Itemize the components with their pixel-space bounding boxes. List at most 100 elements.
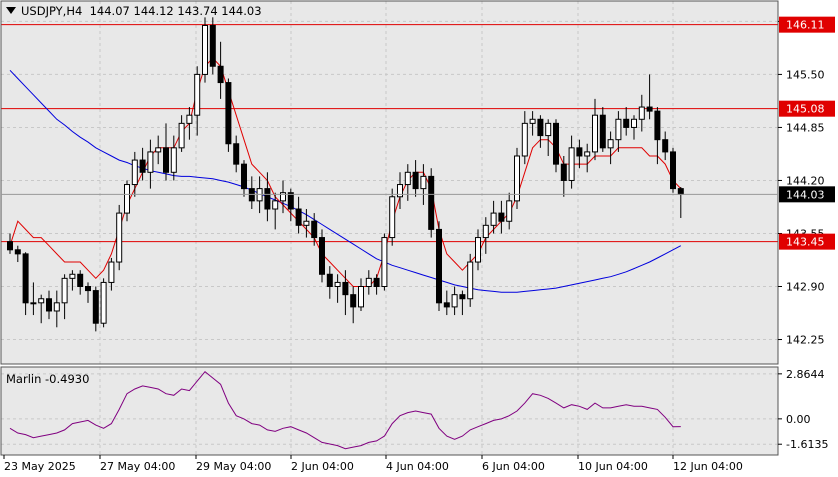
candle-bear	[85, 286, 91, 292]
candle-bear	[498, 212, 505, 222]
candle-bull	[334, 281, 341, 288]
chart-canvas: 146.15145.50144.85144.20143.55142.90142.…	[0, 0, 835, 473]
price-tick-label: 142.90	[786, 281, 825, 294]
candle-bear	[677, 188, 684, 195]
price-tick-label: 142.25	[786, 334, 825, 347]
candle-bull	[490, 212, 497, 226]
candle-bear	[311, 220, 318, 239]
level-price-label: 145.08	[786, 103, 825, 116]
candle-bull	[365, 277, 372, 288]
candle-bear	[46, 298, 52, 312]
candle-bear	[599, 114, 606, 149]
time-tick-label: 4 Jun 04:00	[386, 460, 449, 473]
candle-bear	[326, 273, 333, 288]
candle-bull	[451, 294, 458, 308]
candle-bear	[537, 118, 544, 137]
candle-bear	[662, 139, 669, 153]
candle-bull	[506, 200, 513, 222]
candle-bull	[116, 212, 123, 263]
candle-bear	[350, 294, 357, 308]
candle-bear	[233, 143, 240, 165]
price-tick-label: 144.20	[786, 174, 825, 187]
candle-bear	[209, 24, 216, 67]
candle-bull	[404, 171, 411, 186]
candle-bull	[69, 273, 76, 279]
dropdown-triangle-icon[interactable]	[6, 7, 16, 14]
candle-bear	[7, 241, 13, 251]
level-price-label: 146.11	[786, 19, 825, 32]
symbol-timeframe: USDJPY,H4	[21, 4, 83, 18]
candle-bear	[295, 208, 302, 226]
candle-bull	[38, 298, 45, 304]
price-axis: 146.15145.50144.85144.20143.55142.90142.…	[778, 15, 825, 347]
main-pane-background	[1, 1, 778, 364]
candle-bull	[615, 118, 622, 141]
candle-bear	[412, 171, 419, 190]
candle-bear	[553, 122, 559, 165]
time-tick-label: 12 Jun 04:00	[673, 460, 743, 473]
indicator-tick-label: 0.00	[786, 413, 811, 426]
candle-bull	[475, 237, 481, 263]
candle-bear	[14, 249, 21, 255]
candle-bull	[420, 175, 427, 190]
time-tick-label: 23 May 2025	[4, 460, 76, 473]
candle-bull	[100, 281, 107, 324]
candle-bull	[131, 159, 138, 186]
candle-bear	[576, 147, 583, 157]
candle-bull	[202, 24, 208, 75]
candle-bear	[241, 163, 247, 190]
candle-bull	[545, 122, 552, 137]
candle-bull	[389, 196, 396, 239]
candle-bear	[139, 159, 146, 173]
candle-bull	[178, 122, 185, 149]
candle-bear	[92, 290, 99, 324]
candle-bear	[670, 151, 676, 190]
candle-bull	[638, 106, 645, 120]
time-tick-label: 2 Jun 04:00	[291, 460, 354, 473]
candle-bull	[61, 277, 68, 304]
time-tick-label: 27 May 04:00	[100, 460, 175, 473]
candle-bear	[264, 188, 271, 210]
indicator-pane-background	[1, 367, 778, 455]
candle-bull	[529, 118, 536, 124]
candle-bear	[22, 253, 29, 304]
candle-bull	[584, 151, 591, 157]
current-price-label: 144.03	[786, 188, 825, 201]
time-tick-label: 29 May 04:00	[196, 460, 271, 473]
candle-bull	[303, 220, 310, 226]
candle-bull	[272, 200, 279, 210]
candle-bull	[194, 73, 201, 116]
candle-bear	[646, 106, 653, 112]
candle-bull	[186, 114, 193, 124]
candle-bear	[654, 110, 661, 141]
candle-bear	[428, 175, 435, 230]
candle-bear	[225, 82, 232, 145]
candle-bull	[358, 286, 364, 308]
candle-bear	[436, 228, 442, 304]
candle-bull	[155, 147, 162, 153]
time-axis: 23 May 2025 27 May 04:00 29 May 04:00 2 Jun…	[3, 455, 743, 473]
level-price-label: 143.45	[786, 236, 825, 249]
candle-bull	[397, 184, 403, 198]
candle-bear	[443, 302, 450, 308]
candle-bear	[623, 118, 630, 128]
candle-bull	[147, 151, 154, 173]
candle-bull	[568, 147, 575, 181]
candle-bear	[287, 192, 294, 210]
candle-bear	[342, 281, 349, 296]
candle-bull	[607, 139, 614, 149]
price-tick-label: 145.50	[786, 68, 825, 81]
indicator-axis: 2.8644 0.00 -1.6135	[778, 368, 828, 451]
indicator-tick-label: -1.6135	[786, 438, 828, 451]
indicator-title: Marlin -0.4930	[6, 372, 90, 386]
chart-header: USDJPY,H4 144.07 144.12 143.74 144.03	[6, 4, 262, 18]
indicator-tick-label: 2.8644	[786, 368, 825, 381]
candle-bull	[124, 184, 130, 214]
candle-bear	[560, 163, 567, 181]
price-tick-label: 144.85	[786, 121, 825, 134]
ohlc-values: 144.07 144.12 143.74 144.03	[89, 4, 262, 18]
candle-bear	[163, 147, 169, 173]
candle-bull	[53, 302, 60, 312]
candle-bear	[77, 273, 84, 288]
candle-bull	[482, 224, 489, 239]
